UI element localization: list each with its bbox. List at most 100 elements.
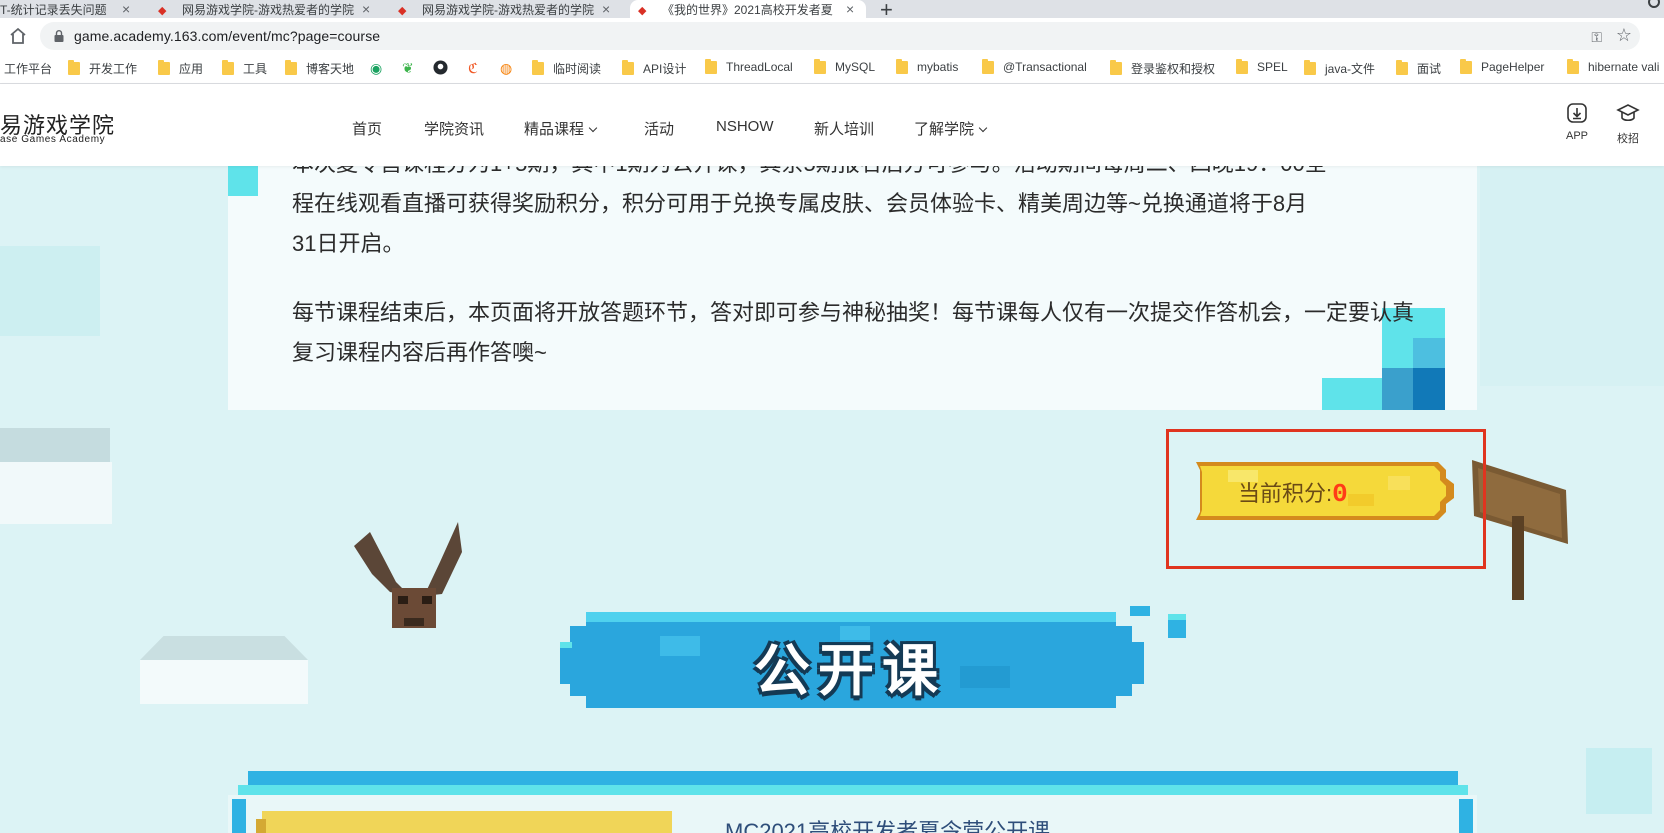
- bookmark-label: 登录鉴权和授权: [1131, 62, 1216, 76]
- orange-pin-icon: ◍: [500, 60, 513, 76]
- folder-icon: [705, 58, 717, 74]
- browser-tab[interactable]: T-统计记录丢失问题 ×: [0, 0, 140, 18]
- browser-tab-strip: T-统计记录丢失问题 × ◆ 网易游戏学院-游戏热爱者的学院 × ◆ 网易游戏学…: [0, 0, 1664, 18]
- campus-label: 校招: [1617, 133, 1639, 145]
- bookmark-label: 开发工作: [89, 62, 138, 76]
- profile-icon[interactable]: [1648, 0, 1660, 8]
- background-block: [0, 246, 100, 336]
- bookmark-label: 应用: [179, 62, 204, 76]
- intro-line: 本次夏令营课程分为1+5期，其中1期为公开课，其余5期报名后方可参与。活动期间每…: [292, 166, 1422, 184]
- background-block: [0, 462, 112, 524]
- home-icon[interactable]: [8, 26, 28, 46]
- chevron-down-icon: [978, 123, 988, 133]
- tab-title: 网易游戏学院-游戏热爱者的学院: [182, 2, 354, 17]
- bookmark-folder[interactable]: 应用: [158, 60, 203, 77]
- intro-line: 程在线观看直播可获得奖励积分，积分可用于兑换专属皮肤、会员体验卡、精美周边等~兑…: [292, 191, 1308, 216]
- bookmark-folder[interactable]: 博客天地: [285, 60, 354, 77]
- bookmark-item[interactable]: ◍: [500, 60, 512, 77]
- folder-icon: [1304, 60, 1316, 75]
- folder-icon: [622, 60, 634, 75]
- tab-close-icon[interactable]: ×: [602, 1, 610, 17]
- bookmark-star-icon[interactable]: ☆: [1616, 25, 1632, 46]
- nav-item-home[interactable]: 首页: [352, 118, 382, 139]
- bookmark-label: API设计: [643, 62, 687, 76]
- background-block: [140, 660, 308, 704]
- browser-tab[interactable]: ◆ 网易游戏学院-游戏热爱者的学院 ×: [158, 0, 380, 18]
- bookmark-folder[interactable]: 工具: [222, 60, 267, 77]
- tab-title: 网易游戏学院-游戏热爱者的学院: [422, 2, 594, 17]
- campus-recruit-button[interactable]: 校招: [1608, 102, 1648, 146]
- bookmark-folder[interactable]: MySQL: [814, 58, 875, 74]
- quiz-paragraph: 每节课程结束后，本页面将开放答题环节，答对即可参与神秘抽奖！每节课每人仅有一次提…: [292, 300, 1415, 365]
- graduation-cap-icon: [1616, 104, 1640, 122]
- download-icon: [1567, 103, 1587, 123]
- bookmark-folder[interactable]: 临时阅读: [532, 60, 601, 77]
- address-bar[interactable]: game.academy.163.com/event/mc?page=cours…: [40, 22, 1640, 50]
- nav-item-nshow[interactable]: NSHOW: [716, 118, 774, 135]
- bookmark-label: SPEL: [1257, 60, 1288, 74]
- nav-item-training[interactable]: 新人培训: [814, 118, 874, 139]
- bookmark-item[interactable]: ℭ: [468, 60, 478, 77]
- folder-icon: [1396, 60, 1408, 75]
- bookmark-folder[interactable]: java-文件: [1304, 60, 1375, 77]
- folder-icon: [1110, 60, 1122, 75]
- key-icon[interactable]: ⚿: [1591, 29, 1602, 46]
- nav-label: 学院资讯: [424, 121, 485, 138]
- tab-close-icon[interactable]: ×: [362, 1, 370, 17]
- bookmark-folder[interactable]: 开发工作: [68, 60, 137, 77]
- bookmark-item[interactable]: ❦: [402, 60, 414, 77]
- bookmark-label: java-文件: [1325, 62, 1376, 76]
- bookmark-label: 临时阅读: [553, 62, 602, 76]
- tab-close-icon[interactable]: ×: [122, 1, 130, 17]
- bookmark-folder[interactable]: SPEL: [1236, 58, 1288, 74]
- lock-icon[interactable]: [54, 30, 64, 42]
- folder-icon: [222, 60, 234, 75]
- browser-tab-active[interactable]: ◆ 《我的世界》2021高校开发者夏 ×: [630, 0, 866, 18]
- nav-item-events[interactable]: 活动: [644, 118, 674, 139]
- pixel-decor: [1322, 378, 1382, 410]
- github-icon: [433, 60, 448, 75]
- bookmark-label: PageHelper: [1481, 60, 1545, 74]
- bookmark-folder[interactable]: API设计: [622, 60, 686, 77]
- nav-label: NSHOW: [716, 118, 774, 135]
- bookmark-folder[interactable]: mybatis: [896, 58, 958, 74]
- section-title: 公开课: [754, 639, 946, 702]
- green-leaf-icon: ❦: [402, 60, 414, 76]
- intro-line: 31日开启。: [292, 231, 405, 256]
- app-label: APP: [1565, 130, 1588, 142]
- nav-item-courses[interactable]: 精品课程: [524, 118, 598, 139]
- url-text[interactable]: game.academy.163.com/event/mc?page=cours…: [74, 28, 380, 44]
- netease-favicon-icon: ◆: [398, 5, 407, 17]
- folder-icon: [1460, 58, 1472, 74]
- bookmark-item[interactable]: ◉: [370, 60, 382, 77]
- folder-icon: [285, 60, 297, 75]
- bookmark-item[interactable]: 工作平台: [4, 60, 52, 77]
- tab-close-icon[interactable]: ×: [846, 1, 854, 17]
- bookmark-item[interactable]: [433, 60, 448, 75]
- browser-tab[interactable]: ◆ 网易游戏学院-游戏热爱者的学院 ×: [398, 0, 620, 18]
- bookmark-folder[interactable]: ThreadLocal: [705, 58, 793, 74]
- bookmark-folder[interactable]: 面试: [1396, 60, 1441, 77]
- folder-icon: [158, 60, 170, 75]
- bookmark-label: 工作平台: [4, 62, 53, 76]
- course-title[interactable]: MC2021高校开发者夏令营公开课: [725, 814, 1050, 833]
- nav-label: 了解学院: [914, 121, 975, 138]
- points-highlight-box: [1166, 429, 1486, 569]
- bookmark-label: 工具: [243, 62, 268, 76]
- netease-favicon-icon: ◆: [638, 5, 647, 17]
- app-download-button[interactable]: APP: [1557, 102, 1597, 142]
- new-tab-button[interactable]: +: [880, 0, 893, 18]
- bookmark-label: hibernate vali: [1588, 60, 1660, 74]
- tab-title: T-统计记录丢失问题: [0, 2, 107, 17]
- bookmark-folder[interactable]: @Transactional: [982, 58, 1087, 74]
- folder-icon: [896, 58, 908, 74]
- nav-item-news[interactable]: 学院资讯: [424, 118, 484, 139]
- folder-icon: [814, 58, 826, 74]
- bookmark-label: ThreadLocal: [726, 60, 793, 74]
- nav-item-about[interactable]: 了解学院: [914, 118, 988, 139]
- bookmark-folder[interactable]: hibernate vali: [1567, 58, 1660, 74]
- bookmark-folder[interactable]: 登录鉴权和授权: [1110, 60, 1215, 77]
- browser-toolbar: game.academy.163.com/event/mc?page=cours…: [0, 18, 1664, 54]
- bookmark-label: 面试: [1417, 62, 1442, 76]
- bookmark-folder[interactable]: PageHelper: [1460, 58, 1545, 74]
